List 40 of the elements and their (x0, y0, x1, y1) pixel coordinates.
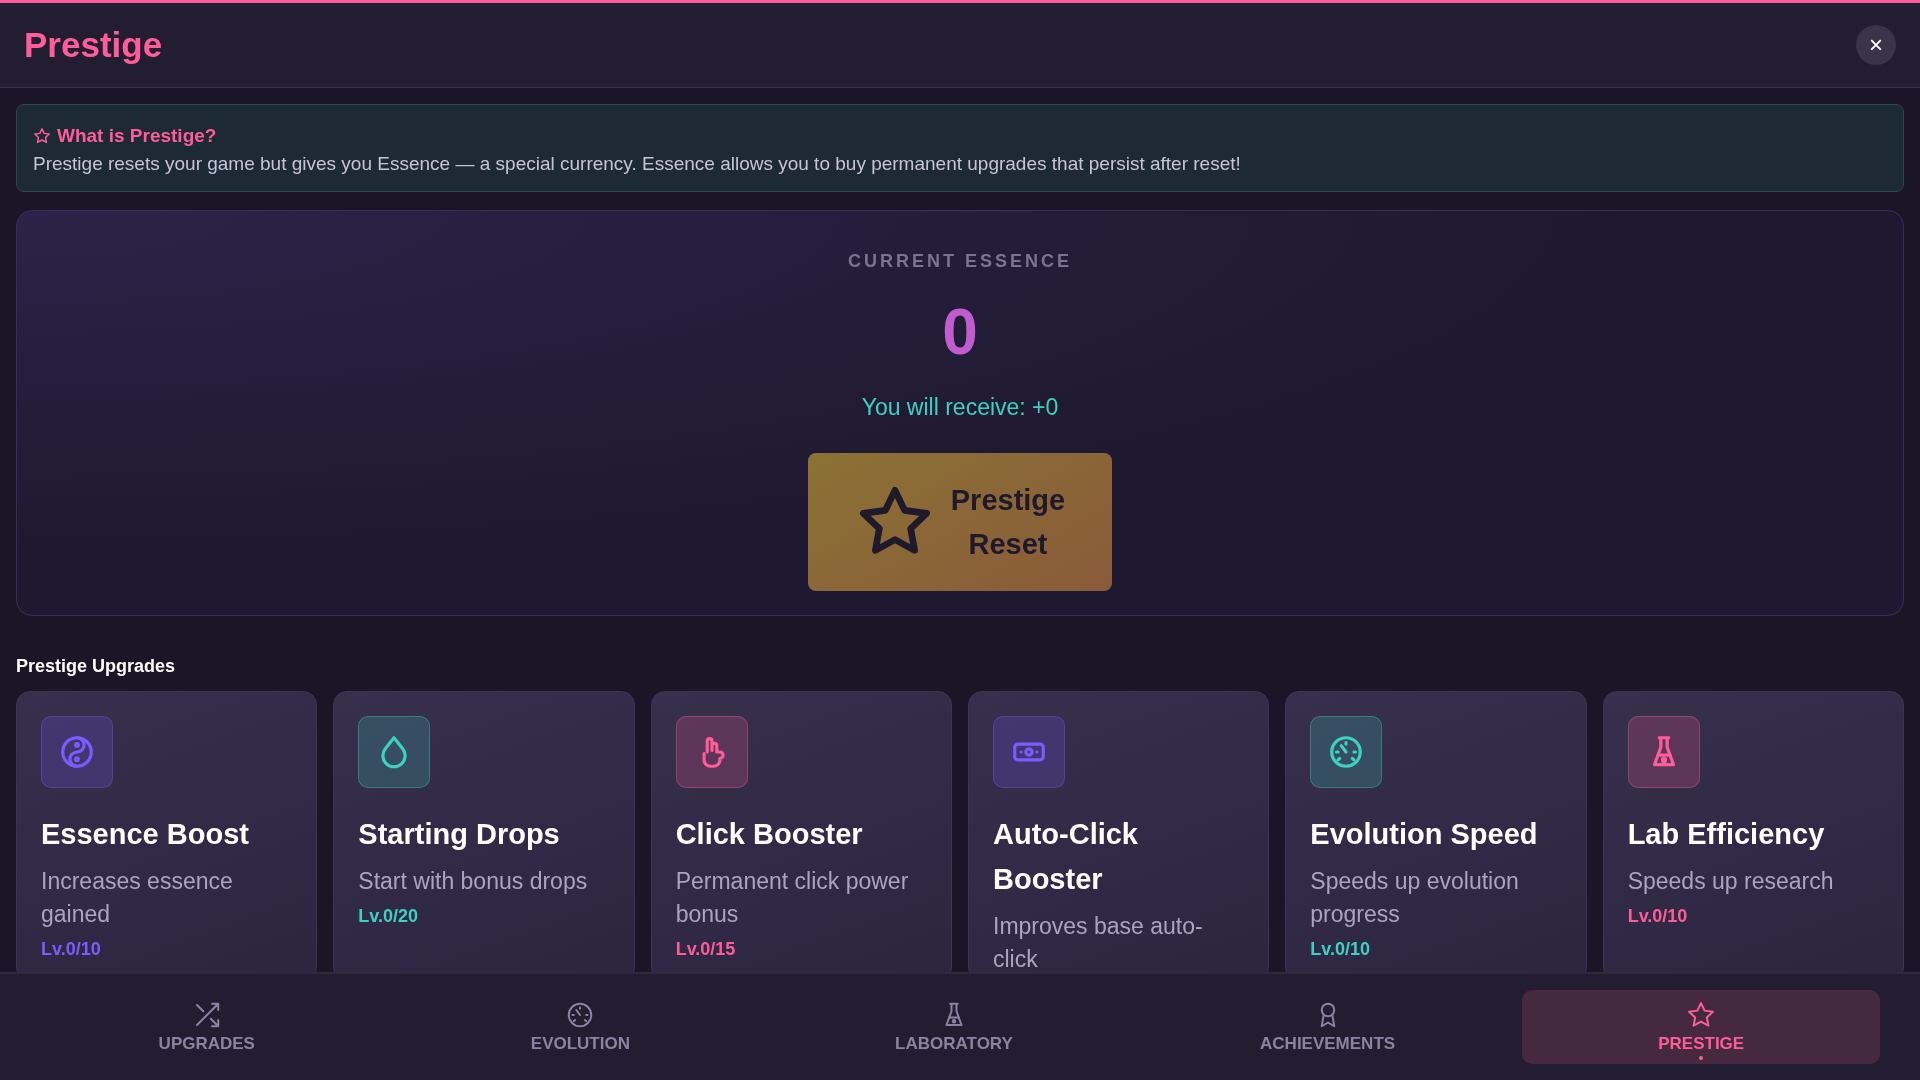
essence-value: 0 (942, 296, 978, 368)
upgrade-level: Lv.0/10 (1310, 938, 1372, 961)
nav-tab[interactable]: LABORATORY (775, 990, 1133, 1064)
info-title: What is Prestige? (57, 125, 217, 147)
upgrade-description: Speeds up evolution progress (1310, 867, 1520, 929)
upgrade-description: Improves base auto-click (993, 912, 1204, 972)
info-text: Prestige resets your game but gives you Essence — a special currency. Essence allows you to buy permanent upgrades that persist after reset! (33, 153, 1242, 175)
close-button[interactable]: × (1856, 25, 1896, 65)
upgrade-card[interactable]: Starting Drops Start with bonus drops Lv.0/20 (333, 691, 635, 972)
page-title: Prestige (24, 25, 163, 65)
upgrade-card[interactable]: Auto-Click Booster Improves base auto-click (968, 691, 1270, 972)
upgrade-title: Starting Drops (358, 817, 561, 852)
upgrade-title: Evolution Speed (1310, 817, 1539, 852)
upgrade-level: Lv.0/20 (358, 905, 420, 928)
star-icon (1686, 1000, 1717, 1030)
section-heading: Prestige Upgrades (16, 656, 177, 677)
upgrade-level: Lv.0/10 (1627, 905, 1689, 928)
nav-tab[interactable]: ACHIEVEMENTS (1148, 990, 1507, 1064)
receive-text: You will receive: +0 (861, 394, 1059, 421)
essence-label: CURRENT ESSENCE (848, 251, 1072, 272)
active-dot (1699, 1056, 1704, 1060)
nav-tab[interactable]: PRESTIGE (1522, 990, 1881, 1064)
upgrade-level: Lv.0/10 (41, 938, 102, 961)
upgrade-card[interactable]: Click Booster Permanent click power bonus Lv.0/15 (650, 691, 952, 972)
upgrade-title: Essence Boost (41, 817, 250, 852)
upgrade-description: Start with bonus drops (358, 867, 589, 896)
star-icon (33, 127, 51, 145)
upgrade-title: Auto-Click Booster (993, 817, 1139, 897)
upgrade-card[interactable]: Essence Boost Increases essence gained Lv.0/10 (16, 691, 318, 972)
upgrade-description: Speeds up research (1627, 867, 1835, 896)
upgrade-description: Permanent click power bonus (675, 867, 910, 929)
upgrade-card[interactable]: Evolution Speed Speeds up evolution progress Lv.0/10 (1285, 691, 1587, 972)
upgrade-card[interactable]: Lab Efficiency Speeds up research Lv.0/10 (1602, 691, 1904, 972)
nav-tab[interactable]: EVOLUTION (401, 990, 760, 1064)
upgrade-level: Lv.0/15 (675, 938, 737, 961)
nav-tab[interactable]: UPGRADES (27, 990, 386, 1064)
upgrade-title: Lab Efficiency (1627, 817, 1826, 852)
yin-yang-icon (58, 733, 96, 771)
upgrade-description: Increases essence gained (41, 867, 234, 929)
upgrade-title: Click Booster (675, 817, 864, 852)
